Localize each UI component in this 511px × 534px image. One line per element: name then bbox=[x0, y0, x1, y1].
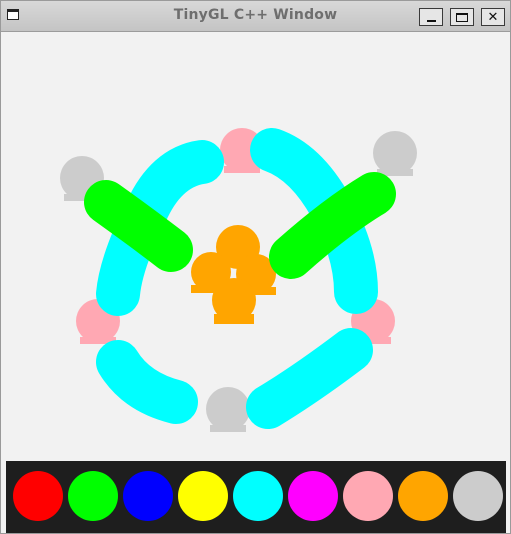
color-swatch-magenta[interactable] bbox=[288, 471, 338, 521]
close-icon: ✕ bbox=[487, 9, 499, 25]
close-button[interactable]: ✕ bbox=[481, 8, 505, 26]
gray-stamp bbox=[206, 387, 250, 431]
title-bar[interactable]: TinyGL C++ Window ✕ bbox=[1, 1, 510, 32]
color-swatch-green[interactable] bbox=[68, 471, 118, 521]
gray-stamp bbox=[373, 131, 417, 175]
drawing-surface[interactable] bbox=[6, 32, 506, 461]
color-swatch-cyan[interactable] bbox=[233, 471, 283, 521]
cyan-stroke bbox=[246, 328, 373, 429]
color-palette bbox=[6, 461, 506, 533]
color-swatch-orange[interactable] bbox=[398, 471, 448, 521]
orange-stamp-base bbox=[214, 314, 254, 324]
gray-stamp-base bbox=[210, 425, 246, 432]
color-swatch-light-gray[interactable] bbox=[453, 471, 503, 521]
color-swatch-pink[interactable] bbox=[343, 471, 393, 521]
maximize-icon bbox=[456, 12, 468, 22]
color-swatch-red[interactable] bbox=[13, 471, 63, 521]
maximize-button[interactable] bbox=[450, 8, 474, 26]
pink-stamp-base bbox=[224, 166, 260, 173]
minimize-button[interactable] bbox=[419, 8, 443, 26]
color-swatch-blue[interactable] bbox=[123, 471, 173, 521]
cyan-stroke bbox=[96, 340, 198, 424]
orange-stamp-base bbox=[191, 285, 227, 293]
color-swatch-yellow[interactable] bbox=[178, 471, 228, 521]
orange-stamp-base bbox=[238, 287, 276, 295]
drawing-canvas[interactable] bbox=[6, 32, 506, 461]
orange-stamps bbox=[191, 225, 276, 324]
app-window: TinyGL C++ Window ✕ bbox=[0, 0, 511, 534]
minimize-icon bbox=[426, 19, 436, 22]
